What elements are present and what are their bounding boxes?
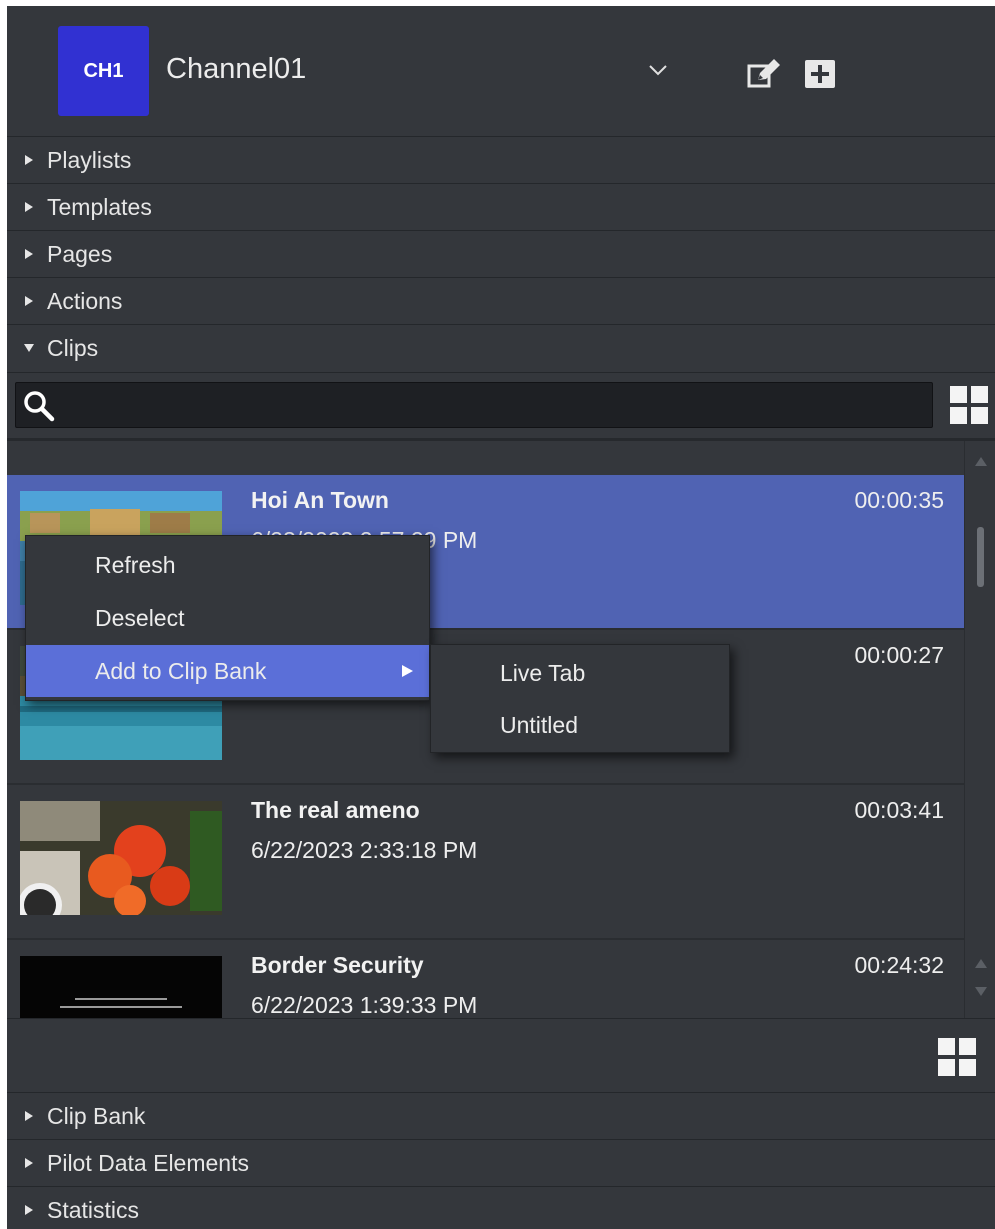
- section-templates[interactable]: Templates: [7, 183, 995, 230]
- channel-selector[interactable]: Channel01: [166, 53, 306, 86]
- clip-row[interactable]: Border Security 6/22/2023 1:39:33 PM 00:…: [7, 940, 964, 1018]
- channel-panel: CH1 Channel01 Playlists Templates Pages …: [7, 6, 995, 1229]
- scroll-down-arrow-icon[interactable]: [975, 987, 987, 996]
- clip-search-row: [7, 372, 995, 436]
- clip-row[interactable]: The real ameno 6/22/2023 2:33:18 PM 00:0…: [7, 785, 964, 940]
- clip-bank-submenu: Live Tab Untitled: [430, 644, 730, 753]
- search-box: [15, 382, 933, 428]
- search-icon: [24, 391, 55, 422]
- search-input[interactable]: [62, 391, 922, 421]
- expand-arrow-icon: [25, 1158, 33, 1168]
- expand-arrow-icon: [25, 1111, 33, 1121]
- expand-arrow-icon: [25, 249, 33, 259]
- clip-duration: 00:00:35: [854, 487, 944, 513]
- collapse-arrow-icon: [24, 344, 34, 352]
- section-statistics[interactable]: Statistics: [7, 1186, 995, 1229]
- section-label: Statistics: [47, 1196, 140, 1223]
- expand-arrow-icon: [25, 155, 33, 165]
- context-menu: Refresh Deselect Add to Clip Bank: [25, 535, 430, 701]
- section-label: Templates: [47, 193, 152, 220]
- menu-item-deselect[interactable]: Deselect: [26, 592, 429, 644]
- menu-item-refresh[interactable]: Refresh: [26, 539, 429, 591]
- clip-thumbnail: [20, 956, 222, 1018]
- expand-arrow-icon: [25, 202, 33, 212]
- section-playlists[interactable]: Playlists: [7, 136, 995, 183]
- clip-list-scrollbar[interactable]: [964, 441, 995, 1018]
- grid-view-icon[interactable]: [938, 1038, 976, 1076]
- submenu-arrow-icon: [402, 665, 413, 677]
- section-label: Actions: [47, 287, 123, 314]
- clip-duration: 00:00:27: [854, 642, 944, 668]
- clip-thumbnail: [20, 801, 222, 915]
- clip-list-toolbar: [7, 1018, 995, 1092]
- submenu-item-live-tab[interactable]: Live Tab: [431, 647, 729, 699]
- section-label: Pages: [47, 240, 113, 267]
- section-actions[interactable]: Actions: [7, 277, 995, 324]
- menu-item-add-to-clip-bank[interactable]: Add to Clip Bank: [26, 645, 429, 697]
- clip-title: Border Security: [251, 952, 424, 978]
- grid-view-icon[interactable]: [950, 386, 988, 424]
- add-icon[interactable]: [804, 59, 836, 89]
- clip-duration: 00:03:41: [854, 797, 944, 823]
- section-label: Pilot Data Elements: [47, 1149, 249, 1176]
- scroll-up-arrow-icon[interactable]: [975, 959, 987, 968]
- section-clip-bank[interactable]: Clip Bank: [7, 1092, 995, 1139]
- section-label: Playlists: [47, 146, 132, 173]
- clip-duration: 00:24:32: [854, 952, 944, 978]
- section-pages[interactable]: Pages: [7, 230, 995, 277]
- submenu-item-untitled[interactable]: Untitled: [431, 699, 729, 751]
- channel-badge: CH1: [58, 26, 149, 116]
- section-label: Clip Bank: [47, 1102, 146, 1129]
- edit-icon[interactable]: [747, 58, 781, 88]
- clip-date: 6/22/2023 2:33:18 PM: [251, 837, 478, 863]
- expand-arrow-icon: [25, 296, 33, 306]
- clip-date: 6/22/2023 1:39:33 PM: [251, 992, 478, 1018]
- scroll-up-arrow-icon[interactable]: [975, 457, 987, 466]
- channel-header: CH1 Channel01: [7, 6, 995, 136]
- clip-title: The real ameno: [251, 797, 420, 823]
- section-clips[interactable]: Clips: [7, 324, 995, 371]
- menu-item-label: Add to Clip Bank: [95, 657, 267, 684]
- expand-arrow-icon: [25, 1205, 33, 1215]
- clip-title: Hoi An Town: [251, 487, 389, 513]
- section-pilot-data-elements[interactable]: Pilot Data Elements: [7, 1139, 995, 1186]
- scrollbar-thumb[interactable]: [977, 527, 984, 587]
- chevron-down-icon[interactable]: [647, 62, 669, 78]
- section-label: Clips: [47, 334, 99, 361]
